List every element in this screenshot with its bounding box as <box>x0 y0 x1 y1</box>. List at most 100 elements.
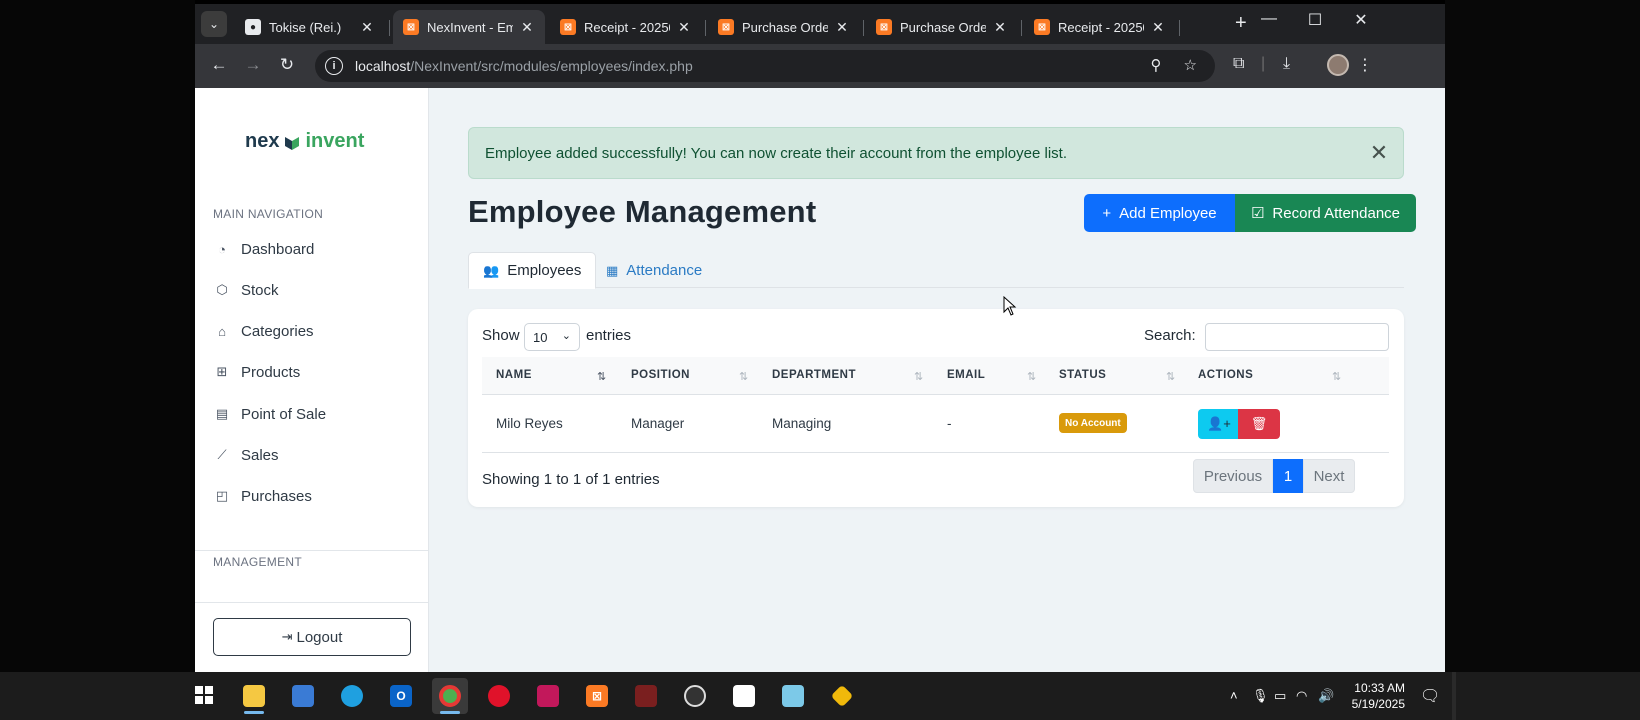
chevron-down-icon: ⌄ <box>561 330 571 342</box>
kebab-menu-icon[interactable]: ⋮ <box>1357 55 1373 75</box>
chevron-up-icon[interactable]: ˄ <box>1230 688 1238 703</box>
tab-label: Attendance <box>626 262 703 279</box>
cell-position: Manager <box>631 416 685 431</box>
pagination-next[interactable]: Next <box>1303 459 1355 493</box>
mouse-cursor-icon <box>1003 296 1017 316</box>
delete-employee-button[interactable]: 🗑 <box>1238 409 1280 439</box>
tab-github[interactable]: ● Tokise (Rei.) ✕ <box>235 10 385 44</box>
opera-icon[interactable] <box>481 678 517 714</box>
tab-close-icon[interactable]: ✕ <box>676 19 692 36</box>
window-close-icon[interactable]: ✕ <box>1346 10 1376 30</box>
back-arrow-icon[interactable]: ← <box>207 55 231 75</box>
notepad-icon[interactable] <box>775 678 811 714</box>
tab-close-icon[interactable]: ✕ <box>1150 19 1166 36</box>
obs-icon[interactable] <box>677 678 713 714</box>
entries-select[interactable]: 10 ⌄ <box>524 323 580 351</box>
sidebar-item-sales[interactable]: ⟋ Sales <box>213 437 413 473</box>
logout-button[interactable]: ⇥ Logout <box>213 618 411 656</box>
tab-close-icon[interactable]: ✕ <box>359 19 375 36</box>
record-attendance-button[interactable]: ☑ Record Attendance <box>1235 194 1416 232</box>
edge-icon[interactable] <box>334 678 370 714</box>
show-desktop-strip[interactable] <box>1452 672 1456 720</box>
tab-purchase-order-1[interactable]: ⊠ Purchase Order # ✕ <box>708 10 860 44</box>
tab-attendance[interactable]: ▦ Attendance <box>592 252 716 289</box>
clock-time: 10:33 AM <box>1354 681 1405 695</box>
tab-receipt-2[interactable]: ⊠ Receipt - 202505 ✕ <box>1024 10 1176 44</box>
capcut-icon[interactable] <box>726 678 762 714</box>
tab-search-chevron-icon[interactable]: ⌄ <box>201 11 227 37</box>
windows-start-icon[interactable] <box>195 686 213 704</box>
extensions-icon[interactable]: ⧉ <box>1233 55 1244 73</box>
maximize-icon[interactable]: ☐ <box>1300 10 1330 30</box>
wifi-icon[interactable]: ◠ <box>1296 688 1307 704</box>
site-info-icon[interactable]: i <box>325 57 343 75</box>
page-viewport: nex invent MAIN NAVIGATION ◔ Dashboard ⬡… <box>195 88 1445 672</box>
search-label: Search: <box>1144 327 1196 344</box>
game-icon[interactable] <box>628 678 664 714</box>
column-header-department[interactable]: DEPARTMENT <box>772 369 856 381</box>
volume-icon[interactable]: 🔊 <box>1318 688 1334 704</box>
tab-close-icon[interactable]: ✕ <box>834 19 850 36</box>
chrome-icon[interactable] <box>432 678 468 714</box>
xampp-icon: ⊠ <box>560 19 576 35</box>
sidebar-item-purchases[interactable]: ◰ Purchases <box>213 478 413 514</box>
pagination-page-1[interactable]: 1 <box>1273 459 1303 493</box>
sidebar-item-categories[interactable]: ⌂ Categories <box>213 313 413 349</box>
tab-title: Tokise (Rei.) <box>269 19 342 35</box>
status-badge: No Account <box>1059 413 1127 433</box>
column-header-email[interactable]: EMAIL <box>947 369 985 381</box>
sidebar-item-point-of-sale[interactable]: ▤ Point of Sale <box>213 396 413 432</box>
tab-receipt-1[interactable]: ⊠ Receipt - 2025051 ✕ <box>550 10 702 44</box>
xampp-icon: ⊠ <box>718 19 734 35</box>
address-bar[interactable]: i localhost/NexInvent/src/modules/employ… <box>315 50 1215 82</box>
sidebar-item-dashboard[interactable]: ◔ Dashboard <box>213 231 413 267</box>
app-logo[interactable]: nex invent <box>245 130 364 153</box>
table-info: Showing 1 to 1 of 1 entries <box>482 471 660 488</box>
microphone-icon[interactable]: 🎙 <box>1252 688 1269 704</box>
cell-email: - <box>947 416 952 431</box>
git-icon[interactable] <box>824 678 860 714</box>
system-clock[interactable]: 10:33 AM 5/19/2025 <box>1335 680 1405 712</box>
windows-taskbar: O ⊠ ˄ 🎙 ▭ ◠ 🔊 10:33 AM 5/19/2025 🗨 <box>0 672 1640 720</box>
new-tab-plus-icon[interactable]: + <box>1235 12 1247 35</box>
sidebar-item-stock[interactable]: ⬡ Stock <box>213 272 413 308</box>
file-explorer-icon[interactable] <box>236 678 272 714</box>
desktop-background-left <box>0 0 195 672</box>
browser-toolbar: ← → ↻ i localhost/NexInvent/src/modules/… <box>195 44 1445 88</box>
minimize-icon[interactable]: — <box>1254 10 1284 28</box>
sidebar-divider <box>195 602 429 603</box>
column-header-position[interactable]: POSITION <box>631 369 690 381</box>
trash-icon: 🗑 <box>1250 416 1268 431</box>
tab-employees[interactable]: 👥 Employees <box>468 252 597 289</box>
app-red-icon[interactable] <box>530 678 566 714</box>
column-header-status[interactable]: STATUS <box>1059 369 1106 381</box>
forward-arrow-icon[interactable]: → <box>241 55 265 75</box>
tab-nexinvent[interactable]: ⊠ NexInvent - Empl ✕ <box>393 10 545 44</box>
create-account-button[interactable]: 👤+ <box>1198 409 1240 439</box>
logout-icon: ⇥ <box>281 629 293 644</box>
profile-avatar[interactable] <box>1327 54 1349 76</box>
tab-purchase-order-2[interactable]: ⊠ Purchase Order # ✕ <box>866 10 1018 44</box>
reload-icon[interactable]: ↻ <box>275 55 299 75</box>
page-tabs: 👥 Employees ▦ Attendance <box>468 252 1404 289</box>
bookmark-star-icon[interactable]: ☆ <box>1184 56 1197 74</box>
tab-title: Purchase Order # <box>900 19 986 35</box>
download-icon[interactable]: ⤓ <box>1283 55 1290 73</box>
add-employee-button[interactable]: + Add Employee <box>1084 194 1235 232</box>
notification-icon[interactable]: 🗨 <box>1420 686 1440 706</box>
tab-close-icon[interactable]: ✕ <box>992 19 1008 36</box>
close-icon[interactable]: ✕ <box>1367 141 1391 165</box>
search-input[interactable] <box>1205 323 1389 351</box>
alert-message: Employee added successfully! You can now… <box>485 144 1067 162</box>
zoom-icon[interactable]: ⚲ <box>1151 56 1162 74</box>
sidebar-item-label: Dashboard <box>241 240 315 258</box>
outlook-icon[interactable]: O <box>383 678 419 714</box>
battery-icon[interactable]: ▭ <box>1274 688 1286 704</box>
cell-name: Milo Reyes <box>496 416 563 431</box>
column-header-name[interactable]: NAME <box>496 369 532 381</box>
sidebar-item-products[interactable]: ⊞ Products <box>213 354 413 390</box>
store-icon[interactable] <box>285 678 321 714</box>
xampp-icon[interactable]: ⊠ <box>579 678 615 714</box>
tab-close-icon[interactable]: ✕ <box>519 19 535 36</box>
pagination-previous[interactable]: Previous <box>1193 459 1273 493</box>
